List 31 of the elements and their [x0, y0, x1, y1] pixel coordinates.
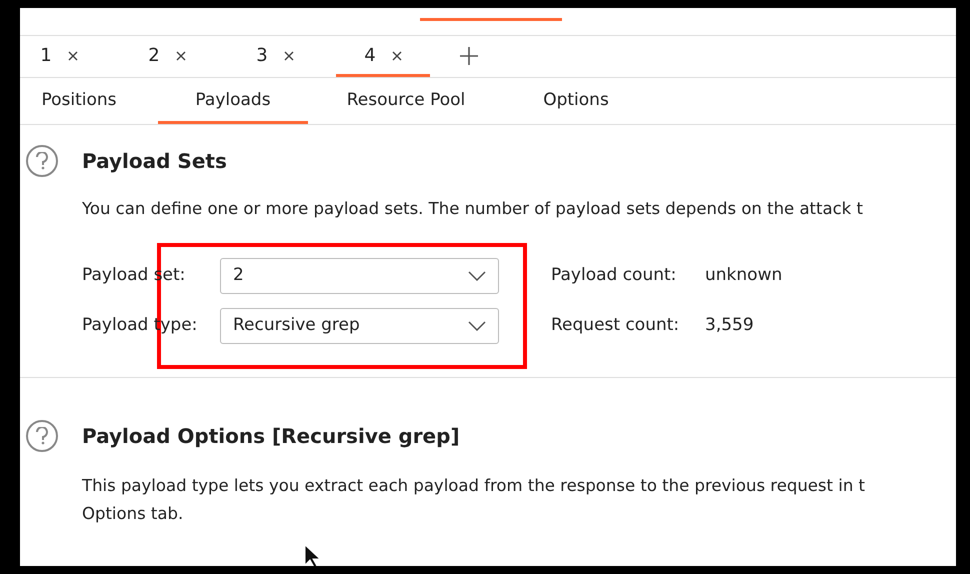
close-icon[interactable]	[392, 50, 402, 60]
tab[interactable]: Payloads	[158, 80, 308, 124]
section-title: Payload Sets	[82, 148, 227, 175]
chevron-icon	[468, 270, 486, 281]
section-description: You can define one or more payload sets. The number of payload sets depends on the attack t	[82, 198, 864, 220]
tab[interactable]: 1	[20, 37, 106, 77]
tab-label: 2	[148, 44, 160, 68]
tab[interactable]: Positions	[20, 80, 138, 124]
tab-label: 4	[364, 44, 376, 68]
close-icon[interactable]	[68, 50, 78, 60]
dropdown[interactable]: 2	[220, 258, 499, 294]
close-icon[interactable]	[176, 50, 186, 60]
tab[interactable]: Resource Pool	[328, 80, 484, 124]
info-value: unknown	[705, 264, 782, 287]
help-icon[interactable]	[26, 420, 58, 452]
section-description: This payload type lets you extract each payload from the response to the previous request in t Options tab.	[82, 475, 866, 525]
dropdown[interactable]: Recursive grep	[220, 308, 499, 344]
close-icon[interactable]	[284, 50, 294, 60]
tab-label: 1	[40, 44, 52, 68]
chevron-icon	[468, 320, 486, 331]
info-label: Request count:	[551, 314, 680, 337]
info-value: 3,559	[705, 314, 754, 337]
tab[interactable]: 4	[336, 37, 430, 77]
add-tab-icon[interactable]	[460, 47, 478, 65]
tab[interactable]: 2	[120, 37, 214, 77]
tab[interactable]: Options	[504, 80, 648, 124]
help-icon[interactable]	[26, 145, 58, 177]
info-label: Payload count:	[551, 264, 678, 287]
tab[interactable]: 3	[228, 37, 322, 77]
tab-label: 3	[256, 44, 268, 68]
section-title: Payload Options [Recursive grep]	[82, 423, 460, 450]
